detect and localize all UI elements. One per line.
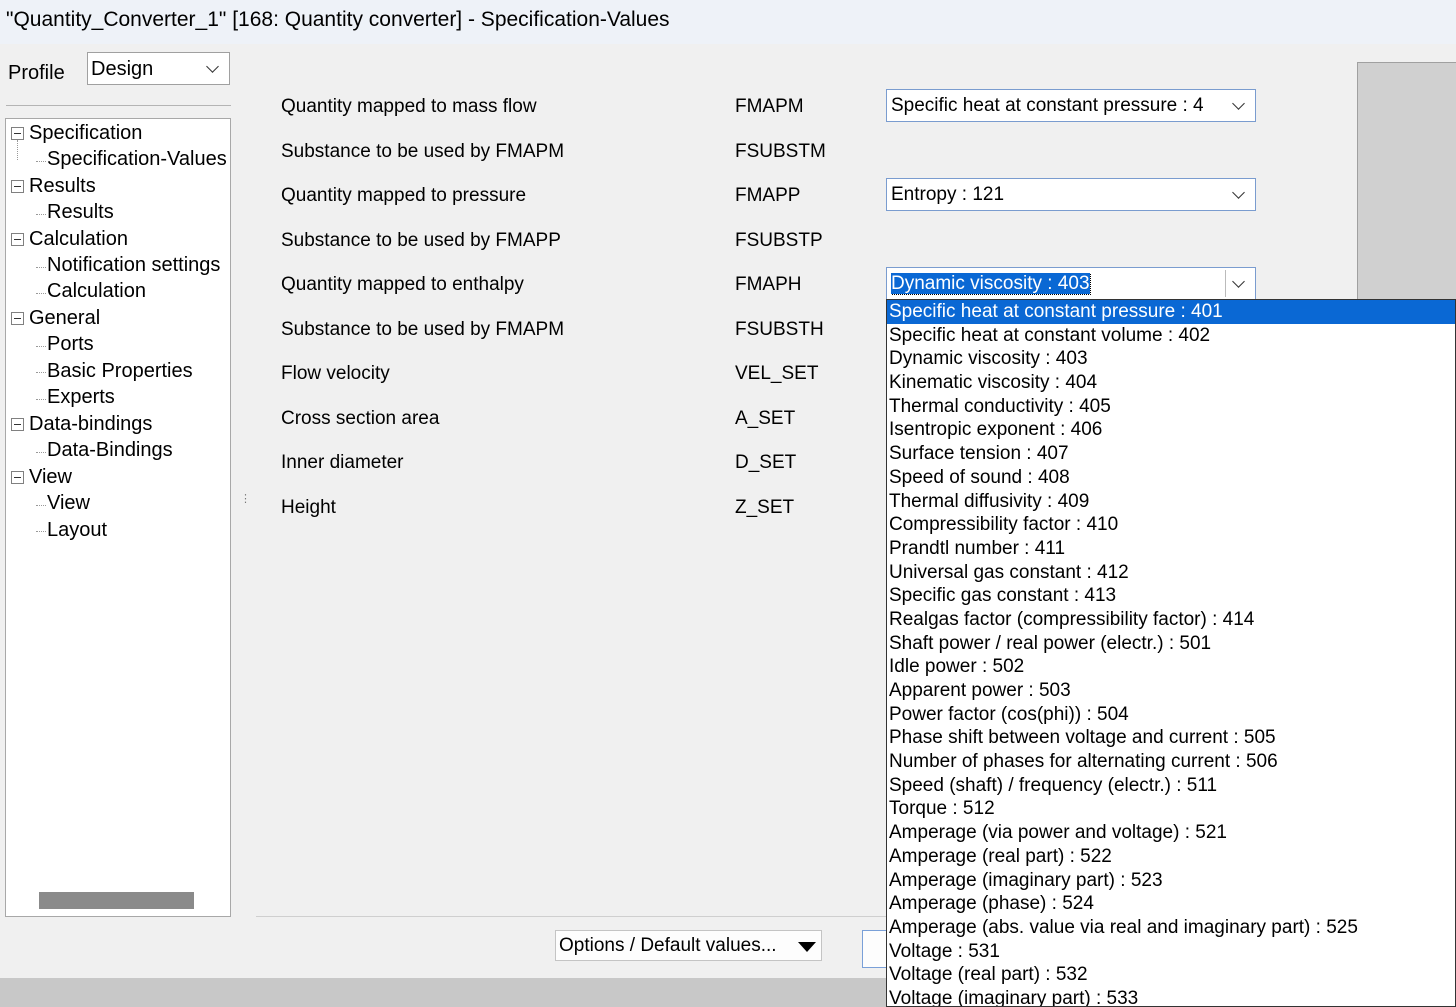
dropdown-option[interactable]: Compressibility factor : 410: [887, 513, 1455, 537]
tree-node-view[interactable]: View: [29, 466, 72, 489]
dropdown-option[interactable]: Surface tension : 407: [887, 442, 1455, 466]
dropdown-option[interactable]: Power factor (cos(phi)) : 504: [887, 703, 1455, 727]
row-label: Quantity mapped to mass flow: [281, 96, 537, 117]
dropdown-option[interactable]: Apparent power : 503: [887, 679, 1455, 703]
dropdown-option[interactable]: Phase shift between voltage and current …: [887, 726, 1455, 750]
row-code: D_SET: [735, 452, 797, 473]
fmaph-select[interactable]: Dynamic viscosity : 403: [886, 267, 1256, 300]
tree-node-results[interactable]: Results: [29, 175, 96, 198]
dropdown-option[interactable]: Voltage : 531: [887, 940, 1455, 964]
row-code: VEL_SET: [735, 363, 819, 384]
row-label: Substance to be used by FMAPM: [281, 141, 565, 162]
collapse-icon[interactable]: [11, 418, 24, 431]
status-strip: [0, 978, 886, 1007]
dropdown-option[interactable]: Voltage (imaginary part) : 533: [887, 987, 1455, 1006]
tree-node-data-bindings[interactable]: Data-bindings: [29, 413, 152, 436]
dropdown-option[interactable]: Voltage (real part) : 532: [887, 963, 1455, 987]
tree-node-results-child[interactable]: Results: [47, 201, 114, 224]
dropdown-option[interactable]: Specific heat at constant volume : 402: [887, 324, 1455, 348]
navigation-tree[interactable]: Specification Specification-Values Resul…: [5, 118, 231, 917]
tree-node-specification[interactable]: Specification: [29, 122, 142, 145]
tree-node-calculation[interactable]: Calculation: [29, 228, 128, 251]
dropdown-arrow-icon: [798, 942, 816, 952]
dropdown-option[interactable]: Specific gas constant : 413: [887, 584, 1455, 608]
tree-node-data-bindings-child[interactable]: Data-Bindings: [47, 439, 173, 462]
row-label: Flow velocity: [281, 363, 390, 384]
row-code: FMAPH: [735, 274, 802, 295]
row-label: Inner diameter: [281, 452, 404, 473]
profile-label: Profile: [8, 62, 65, 84]
chevron-down-icon: [1232, 186, 1245, 199]
options-button-label: Options / Default values...: [559, 935, 777, 956]
tree-node-basic-properties[interactable]: Basic Properties: [47, 360, 193, 383]
dropdown-option[interactable]: Amperage (real part) : 522: [887, 845, 1455, 869]
row-code: FSUBSTH: [735, 319, 824, 340]
dropdown-option[interactable]: Amperage (imaginary part) : 523: [887, 869, 1455, 893]
dropdown-option[interactable]: Idle power : 502: [887, 655, 1455, 679]
splitter-handle[interactable]: ⋮: [240, 492, 251, 505]
collapse-icon[interactable]: [11, 180, 24, 193]
row-code: A_SET: [735, 408, 796, 429]
chevron-down-icon: [1232, 97, 1245, 110]
row-code: FSUBSTP: [735, 230, 823, 251]
tree-node-ports[interactable]: Ports: [47, 333, 94, 356]
row-code: FSUBSTM: [735, 141, 826, 162]
row-label: Substance to be used by FMAPP: [281, 230, 561, 251]
fmapm-select[interactable]: Specific heat at constant pressure : 4: [886, 89, 1256, 122]
fmaph-select-value: Dynamic viscosity : 403: [891, 273, 1091, 295]
collapse-icon[interactable]: [11, 471, 24, 484]
divider: [256, 916, 888, 917]
chevron-down-icon: [206, 60, 219, 73]
dropdown-option[interactable]: Kinematic viscosity : 404: [887, 371, 1455, 395]
dropdown-option[interactable]: Prandtl number : 411: [887, 537, 1455, 561]
dropdown-option[interactable]: Speed (shaft) / frequency (electr.) : 51…: [887, 774, 1455, 798]
profile-select-value: Design: [91, 58, 154, 80]
row-label: Substance to be used by FMAPM: [281, 319, 565, 340]
row-code: Z_SET: [735, 497, 795, 518]
tree-node-layout[interactable]: Layout: [47, 519, 107, 542]
collapse-icon[interactable]: [11, 312, 24, 325]
dropdown-option[interactable]: Thermal diffusivity : 409: [887, 490, 1455, 514]
fmaph-dropdown-list[interactable]: Specific heat at constant pressure : 401…: [886, 299, 1456, 1007]
dropdown-option[interactable]: Amperage (abs. value via real and imagin…: [887, 916, 1455, 940]
dropdown-option[interactable]: Shaft power / real power (electr.) : 501: [887, 632, 1455, 656]
row-code: FMAPM: [735, 96, 804, 117]
profile-select[interactable]: Design: [87, 52, 230, 85]
dropdown-option[interactable]: Torque : 512: [887, 797, 1455, 821]
collapse-icon[interactable]: [11, 233, 24, 246]
collapse-icon[interactable]: [11, 127, 24, 140]
tree-node-notification-settings[interactable]: Notification settings: [47, 254, 220, 277]
tree-node-specification-values[interactable]: Specification-Values: [47, 148, 227, 171]
dropdown-option[interactable]: Amperage (phase) : 524: [887, 892, 1455, 916]
dropdown-option[interactable]: Specific heat at constant pressure : 401: [887, 300, 1455, 324]
tree-node-view-child[interactable]: View: [47, 492, 90, 515]
row-label: Cross section area: [281, 408, 440, 429]
fmapp-select-value: Entropy : 121: [891, 184, 1005, 205]
horizontal-scrollbar-thumb[interactable]: [39, 892, 194, 909]
dropdown-option[interactable]: Number of phases for alternating current…: [887, 750, 1455, 774]
dropdown-option[interactable]: Realgas factor (compressibility factor) …: [887, 608, 1455, 632]
title-bar: "Quantity_Converter_1" [168: Quantity co…: [0, 0, 1456, 44]
dropdown-option[interactable]: Isentropic exponent : 406: [887, 418, 1455, 442]
tree-node-experts[interactable]: Experts: [47, 386, 115, 409]
tree-node-general[interactable]: General: [29, 307, 100, 330]
dropdown-option[interactable]: Universal gas constant : 412: [887, 561, 1455, 585]
fmapm-select-value: Specific heat at constant pressure : 4: [891, 95, 1204, 116]
divider: [6, 105, 231, 106]
window-title: "Quantity_Converter_1" [168: Quantity co…: [6, 8, 670, 31]
fmapp-select[interactable]: Entropy : 121: [886, 178, 1256, 211]
dropdown-option[interactable]: Dynamic viscosity : 403: [887, 347, 1455, 371]
preview-panel: [1357, 62, 1456, 323]
row-label: Height: [281, 497, 336, 518]
dropdown-option[interactable]: Speed of sound : 408: [887, 466, 1455, 490]
row-code: FMAPP: [735, 185, 801, 206]
row-label: Quantity mapped to enthalpy: [281, 274, 524, 295]
options-default-values-button[interactable]: Options / Default values...: [555, 930, 822, 961]
tree-node-calculation-child[interactable]: Calculation: [47, 280, 146, 303]
dropdown-option[interactable]: Thermal conductivity : 405: [887, 395, 1455, 419]
dropdown-option[interactable]: Amperage (via power and voltage) : 521: [887, 821, 1455, 845]
chevron-down-icon: [1232, 275, 1245, 288]
row-label: Quantity mapped to pressure: [281, 185, 527, 206]
